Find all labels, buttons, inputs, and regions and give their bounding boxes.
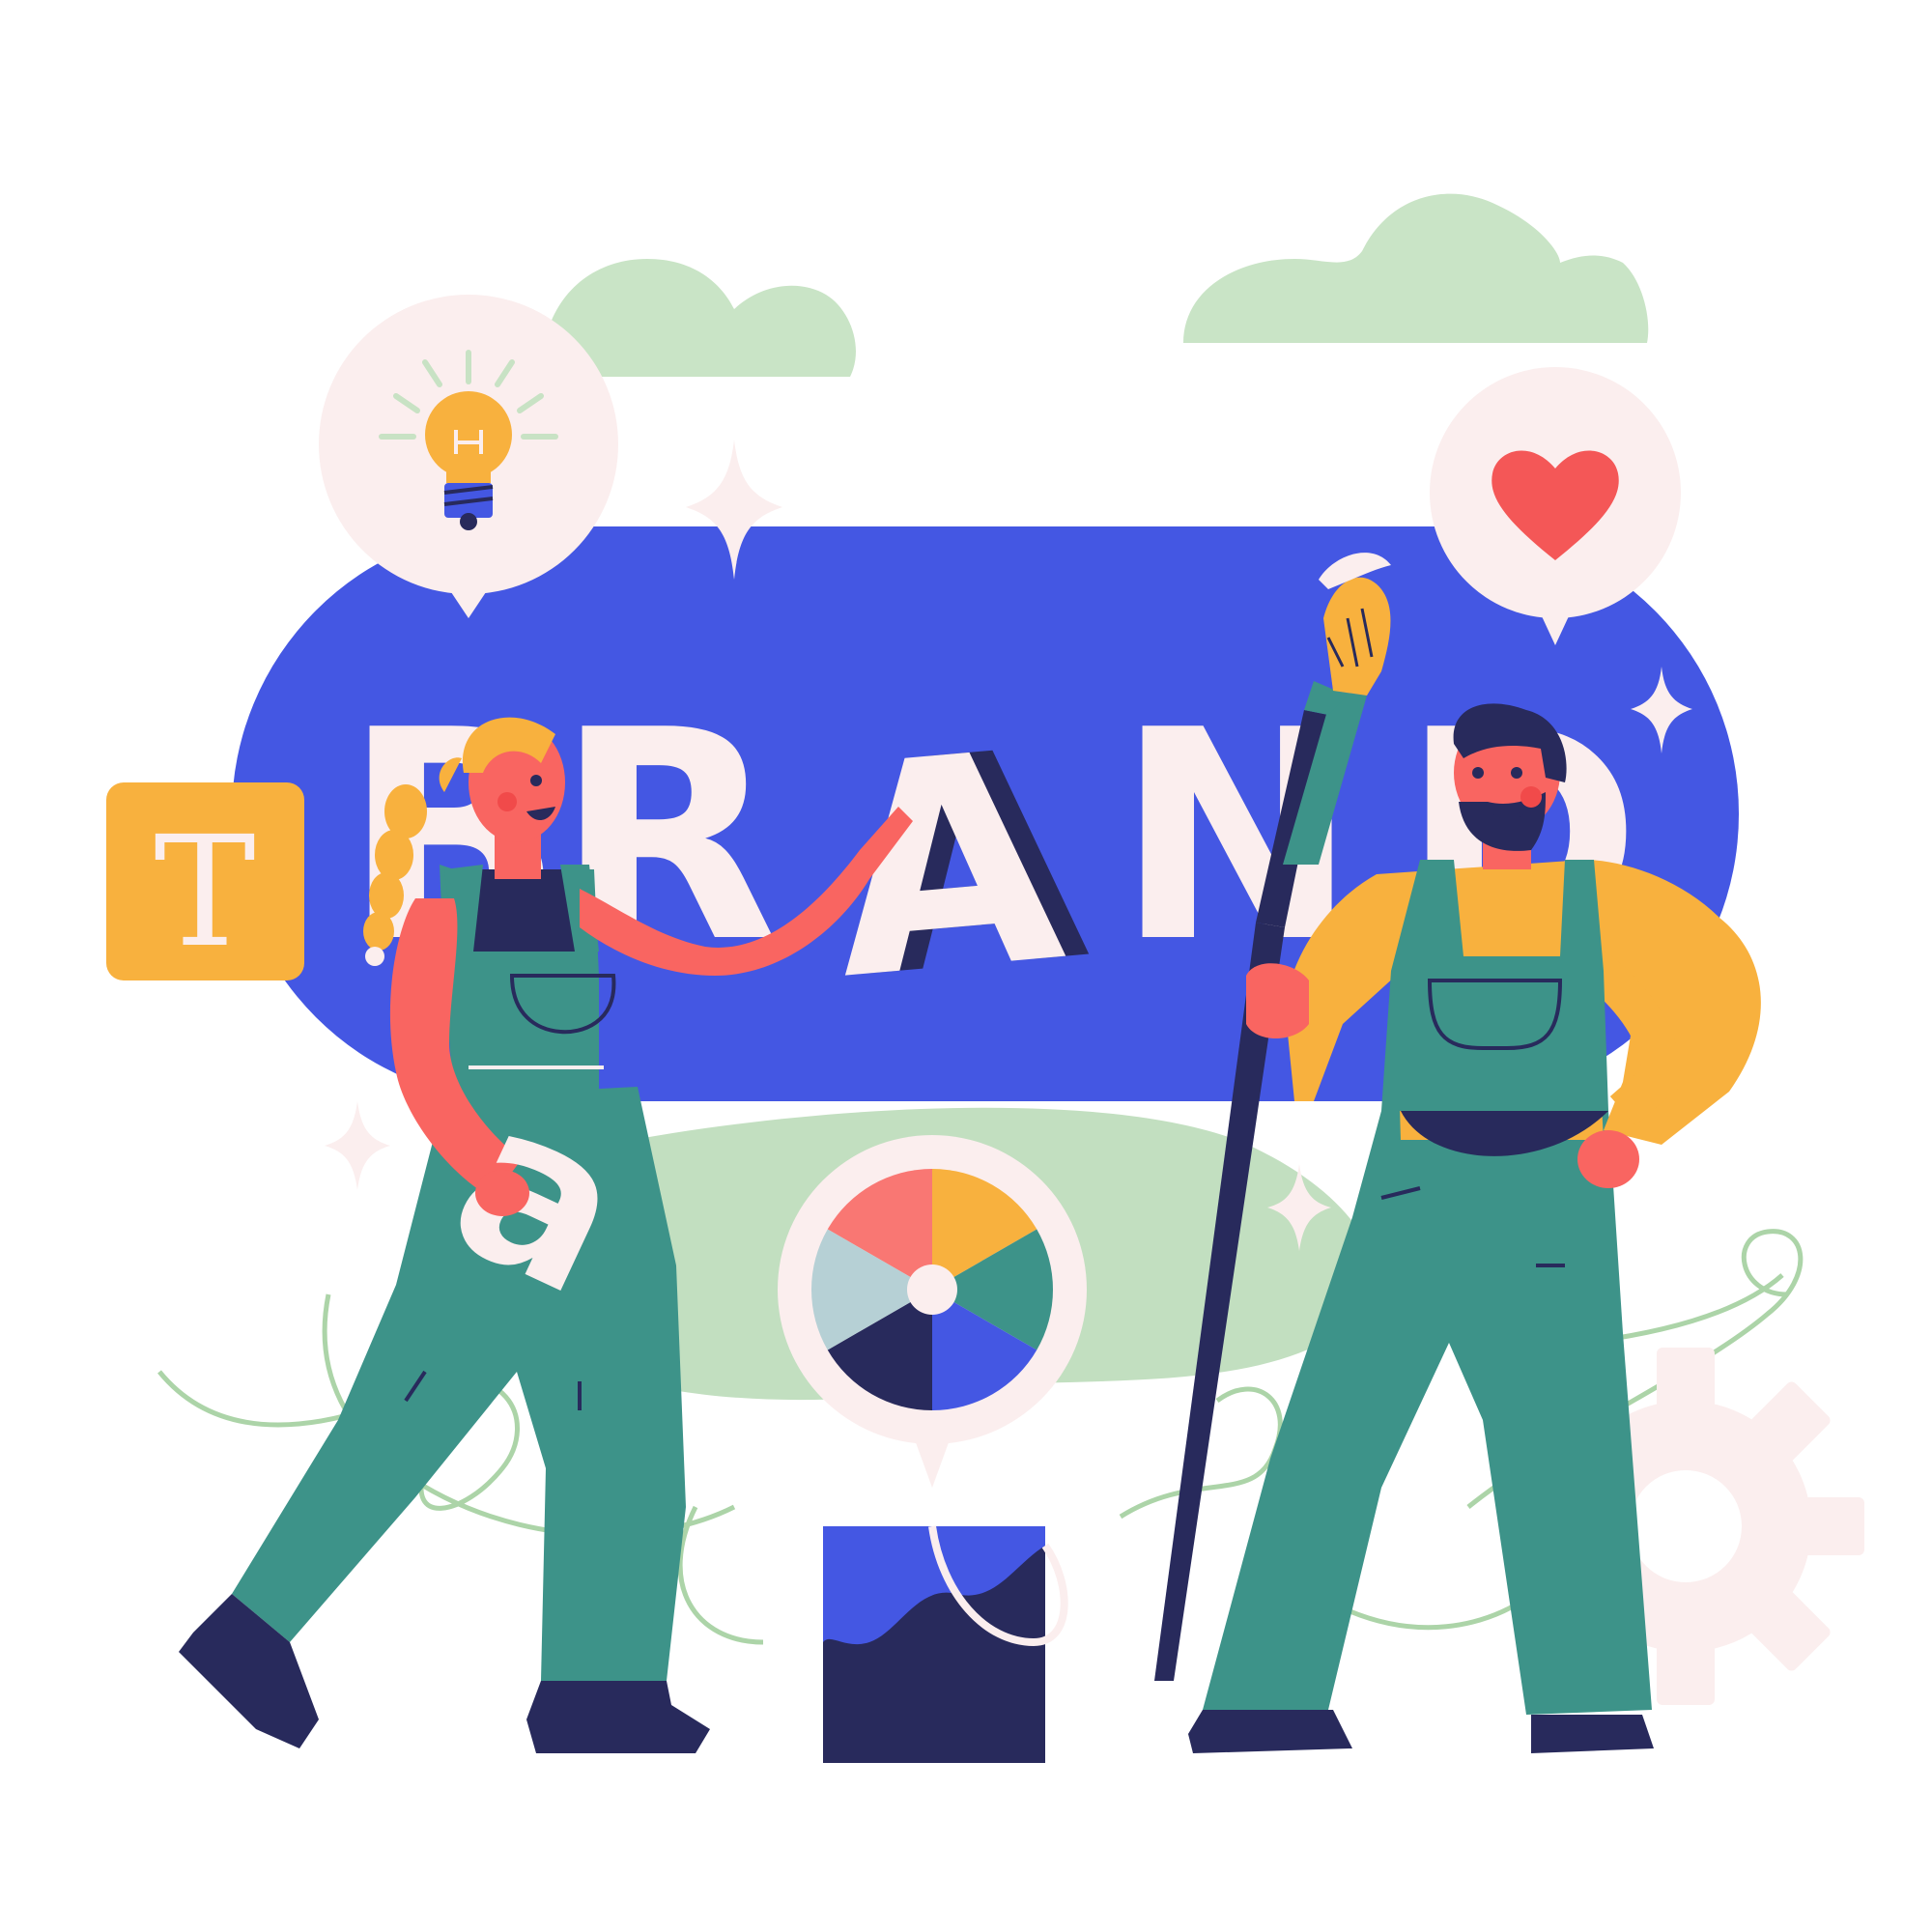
text-type-icon: T (106, 782, 304, 981)
illustration-canvas: B R A A N D (106, 193, 1864, 1763)
brand-illustration: B R A A N D (0, 0, 1932, 1932)
color-wheel-bubble (778, 1135, 1087, 1488)
cloud-right (1183, 193, 1649, 343)
paint-bucket (823, 1525, 1068, 1763)
text-type-letter: T (154, 804, 255, 981)
